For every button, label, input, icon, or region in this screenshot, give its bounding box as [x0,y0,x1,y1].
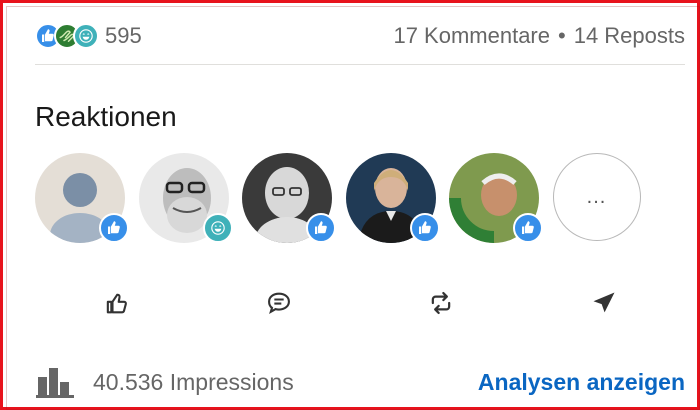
send-button[interactable] [574,283,634,323]
view-analytics-link[interactable]: Analysen anzeigen [478,369,685,396]
bar-chart-icon [36,368,74,398]
reaction-count: 595 [105,23,142,48]
like-icon [409,213,440,243]
like-icon [306,213,336,243]
reposts-count-link[interactable]: 14 Reposts [574,23,685,49]
reactors-list: ... [35,153,656,243]
engagement-meta: 17 Kommentare • 14 Reposts [393,23,685,49]
like-icon [513,213,543,243]
reactor-avatar[interactable] [345,153,440,243]
more-reactors-label: ... [552,153,641,241]
comment-button[interactable] [249,283,309,323]
repost-icon [431,291,451,315]
separator-dot: • [558,23,566,48]
reaction-summary[interactable]: 595 [35,23,142,49]
post-actions [35,283,685,323]
reactor-avatar[interactable] [242,153,336,243]
comments-count-link[interactable]: 17 Kommentare [393,23,550,49]
reactor-avatar[interactable] [449,153,543,243]
thumbs-up-icon [107,293,128,314]
funny-icon [202,213,233,243]
impressions-row: 40.536 Impressions [35,365,294,399]
more-reactors-button[interactable]: ... [552,153,643,243]
divider [35,64,685,65]
repost-button[interactable] [411,283,471,323]
like-icon [99,213,129,243]
funny-icon [73,23,99,49]
post-social-panel: 595 17 Kommentare • 14 Reposts Reaktione… [0,0,700,410]
send-icon [593,292,615,313]
reactor-avatar[interactable] [138,153,233,243]
comment-icon [267,292,290,314]
reactions-title: Reaktionen [35,101,177,132]
social-counts-bar: 595 17 Kommentare • 14 Reposts [35,19,685,53]
impressions-count: 40.536 Impressions [93,368,294,395]
reactor-avatar[interactable] [35,153,129,243]
like-button[interactable] [86,283,146,323]
